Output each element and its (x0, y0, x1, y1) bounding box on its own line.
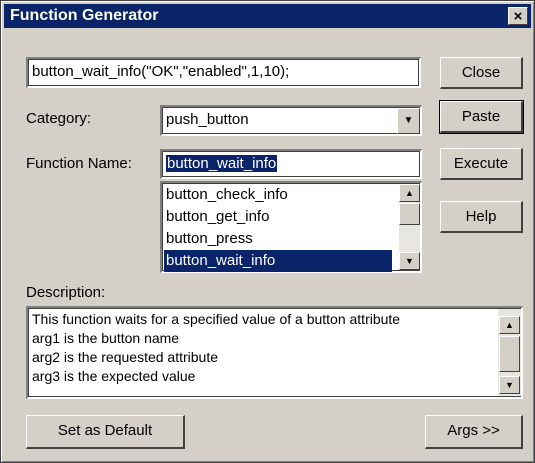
list-item[interactable]: button_press (166, 228, 392, 250)
function-name-value: button_wait_info (166, 155, 278, 172)
description-box[interactable]: This function waits for a specified valu… (26, 306, 523, 399)
close-button-label: Close (461, 64, 501, 81)
function-name-input-text: button_wait_info (166, 155, 278, 172)
execute-button[interactable]: Execute (440, 148, 523, 180)
scroll-up-icon[interactable]: ▲ (399, 184, 420, 202)
category-select[interactable]: push_button ▼ (160, 105, 422, 136)
description-line: arg2 is the requested attribute (32, 349, 219, 365)
args-button-label: Args >> (447, 422, 500, 439)
command-input[interactable]: button_wait_info("OK","enabled",1,10); (26, 57, 421, 88)
description-scroll-thumb[interactable] (499, 336, 520, 372)
description-line: This function waits for a specified valu… (32, 311, 401, 327)
command-input-value: button_wait_info("OK","enabled",1,10); (32, 63, 290, 80)
description-line: arg1 is the button name (32, 330, 180, 346)
scroll-down-icon[interactable]: ▼ (399, 252, 420, 270)
window-close-icon[interactable]: × (508, 7, 528, 25)
help-button-label: Help (465, 208, 497, 225)
category-selected-value: push_button (166, 111, 249, 128)
function-list[interactable]: button_check_info button_get_info button… (160, 181, 422, 273)
description-line: arg3 is the expected value (32, 368, 196, 384)
category-label: Category: (26, 110, 92, 127)
help-button[interactable]: Help (440, 201, 523, 233)
dropdown-arrow-icon[interactable]: ▼ (397, 108, 420, 134)
set-as-default-button[interactable]: Set as Default (26, 415, 185, 449)
description-label: Description: (26, 284, 106, 301)
paste-button-label: Paste (461, 108, 501, 125)
scroll-down-icon[interactable]: ▼ (499, 376, 520, 394)
function-name-label: Function Name: (26, 155, 132, 172)
close-button[interactable]: Close (440, 57, 523, 89)
set-as-default-button-label: Set as Default (57, 422, 153, 439)
list-item[interactable]: button_get_info (166, 206, 392, 228)
function-list-scroll-thumb[interactable] (399, 203, 420, 225)
function-generator-dialog: Function Generator × button_wait_info("O… (0, 0, 535, 463)
list-item[interactable]: button_check_info (166, 184, 392, 206)
args-button[interactable]: Args >> (425, 415, 523, 449)
title-bar[interactable]: Function Generator × (4, 4, 531, 28)
window-title: Function Generator (10, 7, 159, 24)
execute-button-label: Execute (453, 155, 509, 172)
function-name-input[interactable]: button_wait_info (160, 149, 422, 179)
list-item-selected[interactable]: button_wait_info (164, 250, 392, 272)
scroll-up-icon[interactable]: ▲ (499, 316, 520, 334)
paste-button[interactable]: Paste (439, 100, 524, 134)
